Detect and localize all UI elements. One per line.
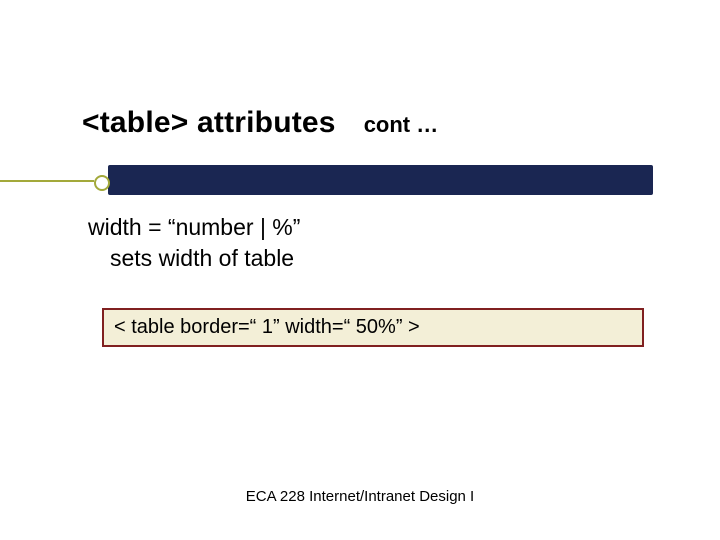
code-example-box: < table border=“ 1” width=“ 50%” > [102, 308, 644, 347]
bullet-connector-line [0, 180, 94, 182]
body-line-2: sets width of table [110, 243, 300, 274]
bullet-circle-icon [94, 175, 110, 191]
slide-title-continuation: cont … [364, 112, 439, 138]
slide-title-row: <table> attributes cont … [82, 106, 438, 140]
slide-body: width = “number | %” sets width of table [88, 212, 300, 274]
body-line-1: width = “number | %” [88, 212, 300, 243]
code-example-text: < table border=“ 1” width=“ 50%” > [114, 316, 420, 338]
slide-title: <table> attributes [82, 106, 336, 140]
title-underline-bar [108, 165, 653, 195]
slide-footer: ECA 228 Internet/Intranet Design I [0, 488, 720, 505]
